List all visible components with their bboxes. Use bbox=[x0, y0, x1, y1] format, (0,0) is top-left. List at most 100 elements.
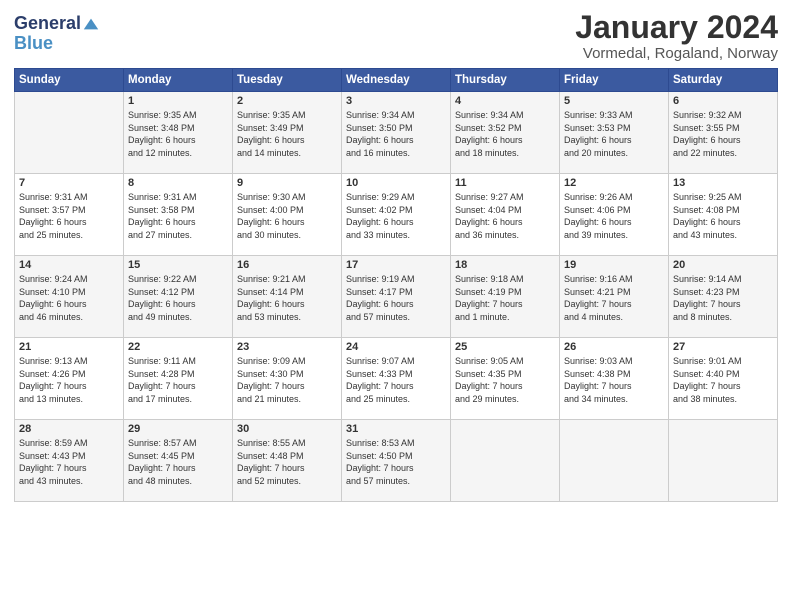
day-number: 30 bbox=[237, 423, 337, 435]
cell-content: Sunrise: 9:13 AM Sunset: 4:26 PM Dayligh… bbox=[19, 355, 119, 405]
day-number: 1 bbox=[128, 95, 228, 107]
day-number: 11 bbox=[455, 177, 555, 189]
calendar-cell: 6 Sunrise: 9:32 AM Sunset: 3:55 PM Daylig… bbox=[669, 92, 778, 174]
calendar-cell: 13 Sunrise: 9:25 AM Sunset: 4:08 PM Dayli… bbox=[669, 174, 778, 256]
calendar-cell: 16Sunrise: 9:21 AM Sunset: 4:14 PM Dayli… bbox=[233, 256, 342, 338]
calendar-cell: 27 Sunrise: 9:01 AM Sunset: 4:40 PM Dayli… bbox=[669, 338, 778, 420]
calendar-cell: 28 Sunrise: 8:59 AM Sunset: 4:43 PM Dayli… bbox=[15, 420, 124, 502]
day-number: 26 bbox=[564, 341, 664, 353]
calendar-cell: 31Sunrise: 8:53 AM Sunset: 4:50 PM Dayli… bbox=[342, 420, 451, 502]
week-row-3: 14 Sunrise: 9:24 AM Sunset: 4:10 PM Dayli… bbox=[15, 256, 778, 338]
calendar-cell: 2Sunrise: 9:35 AM Sunset: 3:49 PM Daylig… bbox=[233, 92, 342, 174]
cell-content: Sunrise: 9:01 AM Sunset: 4:40 PM Dayligh… bbox=[673, 355, 773, 405]
cell-content: Sunrise: 9:31 AM Sunset: 3:57 PM Dayligh… bbox=[19, 191, 119, 241]
cell-content: Sunrise: 9:29 AM Sunset: 4:02 PM Dayligh… bbox=[346, 191, 446, 241]
calendar-cell: 9 Sunrise: 9:30 AM Sunset: 4:00 PM Daylig… bbox=[233, 174, 342, 256]
cell-content: Sunrise: 9:07 AM Sunset: 4:33 PM Dayligh… bbox=[346, 355, 446, 405]
month-title: January 2024 bbox=[575, 10, 778, 45]
day-number: 8 bbox=[128, 177, 228, 189]
calendar-cell: 1 Sunrise: 9:35 AM Sunset: 3:48 PM Daylig… bbox=[124, 92, 233, 174]
day-number: 17 bbox=[346, 259, 446, 271]
cell-content: Sunrise: 9:09 AM Sunset: 4:30 PM Dayligh… bbox=[237, 355, 337, 405]
week-row-4: 21Sunrise: 9:13 AM Sunset: 4:26 PM Dayli… bbox=[15, 338, 778, 420]
logo-text: General bbox=[14, 14, 81, 34]
calendar-cell: 19Sunrise: 9:16 AM Sunset: 4:21 PM Dayli… bbox=[560, 256, 669, 338]
cell-content: Sunrise: 9:03 AM Sunset: 4:38 PM Dayligh… bbox=[564, 355, 664, 405]
cell-content: Sunrise: 9:22 AM Sunset: 4:12 PM Dayligh… bbox=[128, 273, 228, 323]
day-number: 18 bbox=[455, 259, 555, 271]
cell-content: Sunrise: 9:05 AM Sunset: 4:35 PM Dayligh… bbox=[455, 355, 555, 405]
day-header-friday: Friday bbox=[560, 69, 669, 92]
calendar-cell: 26 Sunrise: 9:03 AM Sunset: 4:38 PM Dayli… bbox=[560, 338, 669, 420]
calendar-cell bbox=[560, 420, 669, 502]
cell-content: Sunrise: 8:59 AM Sunset: 4:43 PM Dayligh… bbox=[19, 437, 119, 487]
logo-icon bbox=[82, 15, 100, 33]
calendar-cell: 10 Sunrise: 9:29 AM Sunset: 4:02 PM Dayli… bbox=[342, 174, 451, 256]
day-number: 12 bbox=[564, 177, 664, 189]
day-number: 29 bbox=[128, 423, 228, 435]
calendar-cell bbox=[451, 420, 560, 502]
calendar-cell: 22 Sunrise: 9:11 AM Sunset: 4:28 PM Dayli… bbox=[124, 338, 233, 420]
calendar-table: SundayMondayTuesdayWednesdayThursdayFrid… bbox=[14, 68, 778, 502]
day-number: 14 bbox=[19, 259, 119, 271]
week-row-5: 28 Sunrise: 8:59 AM Sunset: 4:43 PM Dayli… bbox=[15, 420, 778, 502]
calendar-cell: 18 Sunrise: 9:18 AM Sunset: 4:19 PM Dayli… bbox=[451, 256, 560, 338]
calendar-cell: 3Sunrise: 9:34 AM Sunset: 3:50 PM Daylig… bbox=[342, 92, 451, 174]
calendar-cell: 30 Sunrise: 8:55 AM Sunset: 4:48 PM Dayli… bbox=[233, 420, 342, 502]
day-number: 4 bbox=[455, 95, 555, 107]
day-header-saturday: Saturday bbox=[669, 69, 778, 92]
cell-content: Sunrise: 9:35 AM Sunset: 3:48 PM Dayligh… bbox=[128, 109, 228, 159]
day-header-wednesday: Wednesday bbox=[342, 69, 451, 92]
day-number: 9 bbox=[237, 177, 337, 189]
calendar-cell: 12 Sunrise: 9:26 AM Sunset: 4:06 PM Dayli… bbox=[560, 174, 669, 256]
calendar-cell: 14 Sunrise: 9:24 AM Sunset: 4:10 PM Dayli… bbox=[15, 256, 124, 338]
calendar-cell: 4 Sunrise: 9:34 AM Sunset: 3:52 PM Daylig… bbox=[451, 92, 560, 174]
day-number: 25 bbox=[455, 341, 555, 353]
day-number: 28 bbox=[19, 423, 119, 435]
location: Vormedal, Rogaland, Norway bbox=[575, 45, 778, 62]
calendar-cell bbox=[669, 420, 778, 502]
cell-content: Sunrise: 9:31 AM Sunset: 3:58 PM Dayligh… bbox=[128, 191, 228, 241]
cell-content: Sunrise: 9:16 AM Sunset: 4:21 PM Dayligh… bbox=[564, 273, 664, 323]
title-block: January 2024 Vormedal, Rogaland, Norway bbox=[575, 10, 778, 62]
calendar-cell bbox=[15, 92, 124, 174]
day-number: 10 bbox=[346, 177, 446, 189]
cell-content: Sunrise: 9:30 AM Sunset: 4:00 PM Dayligh… bbox=[237, 191, 337, 241]
header: General Blue January 2024 Vormedal, Roga… bbox=[14, 10, 778, 62]
cell-content: Sunrise: 9:25 AM Sunset: 4:08 PM Dayligh… bbox=[673, 191, 773, 241]
cell-content: Sunrise: 8:55 AM Sunset: 4:48 PM Dayligh… bbox=[237, 437, 337, 487]
cell-content: Sunrise: 9:32 AM Sunset: 3:55 PM Dayligh… bbox=[673, 109, 773, 159]
day-number: 20 bbox=[673, 259, 773, 271]
calendar-cell: 25 Sunrise: 9:05 AM Sunset: 4:35 PM Dayli… bbox=[451, 338, 560, 420]
cell-content: Sunrise: 9:26 AM Sunset: 4:06 PM Dayligh… bbox=[564, 191, 664, 241]
day-number: 31 bbox=[346, 423, 446, 435]
cell-content: Sunrise: 8:57 AM Sunset: 4:45 PM Dayligh… bbox=[128, 437, 228, 487]
logo-blue: Blue bbox=[14, 34, 100, 54]
calendar-cell: 15 Sunrise: 9:22 AM Sunset: 4:12 PM Dayli… bbox=[124, 256, 233, 338]
cell-content: Sunrise: 9:21 AM Sunset: 4:14 PM Dayligh… bbox=[237, 273, 337, 323]
day-header-tuesday: Tuesday bbox=[233, 69, 342, 92]
logo: General Blue bbox=[14, 14, 100, 54]
calendar-cell: 21Sunrise: 9:13 AM Sunset: 4:26 PM Dayli… bbox=[15, 338, 124, 420]
day-number: 15 bbox=[128, 259, 228, 271]
day-number: 23 bbox=[237, 341, 337, 353]
cell-content: Sunrise: 9:18 AM Sunset: 4:19 PM Dayligh… bbox=[455, 273, 555, 323]
cell-content: Sunrise: 9:24 AM Sunset: 4:10 PM Dayligh… bbox=[19, 273, 119, 323]
cell-content: Sunrise: 9:33 AM Sunset: 3:53 PM Dayligh… bbox=[564, 109, 664, 159]
calendar-cell: 17Sunrise: 9:19 AM Sunset: 4:17 PM Dayli… bbox=[342, 256, 451, 338]
day-number: 7 bbox=[19, 177, 119, 189]
cell-content: Sunrise: 9:34 AM Sunset: 3:52 PM Dayligh… bbox=[455, 109, 555, 159]
day-header-thursday: Thursday bbox=[451, 69, 560, 92]
calendar-cell: 29 Sunrise: 8:57 AM Sunset: 4:45 PM Dayli… bbox=[124, 420, 233, 502]
day-number: 6 bbox=[673, 95, 773, 107]
cell-content: Sunrise: 9:14 AM Sunset: 4:23 PM Dayligh… bbox=[673, 273, 773, 323]
calendar-cell: 24 Sunrise: 9:07 AM Sunset: 4:33 PM Dayli… bbox=[342, 338, 451, 420]
day-number: 27 bbox=[673, 341, 773, 353]
day-number: 22 bbox=[128, 341, 228, 353]
day-header-sunday: Sunday bbox=[15, 69, 124, 92]
day-number: 5 bbox=[564, 95, 664, 107]
cell-content: Sunrise: 9:11 AM Sunset: 4:28 PM Dayligh… bbox=[128, 355, 228, 405]
day-number: 13 bbox=[673, 177, 773, 189]
day-number: 24 bbox=[346, 341, 446, 353]
calendar-cell: 7 Sunrise: 9:31 AM Sunset: 3:57 PM Daylig… bbox=[15, 174, 124, 256]
